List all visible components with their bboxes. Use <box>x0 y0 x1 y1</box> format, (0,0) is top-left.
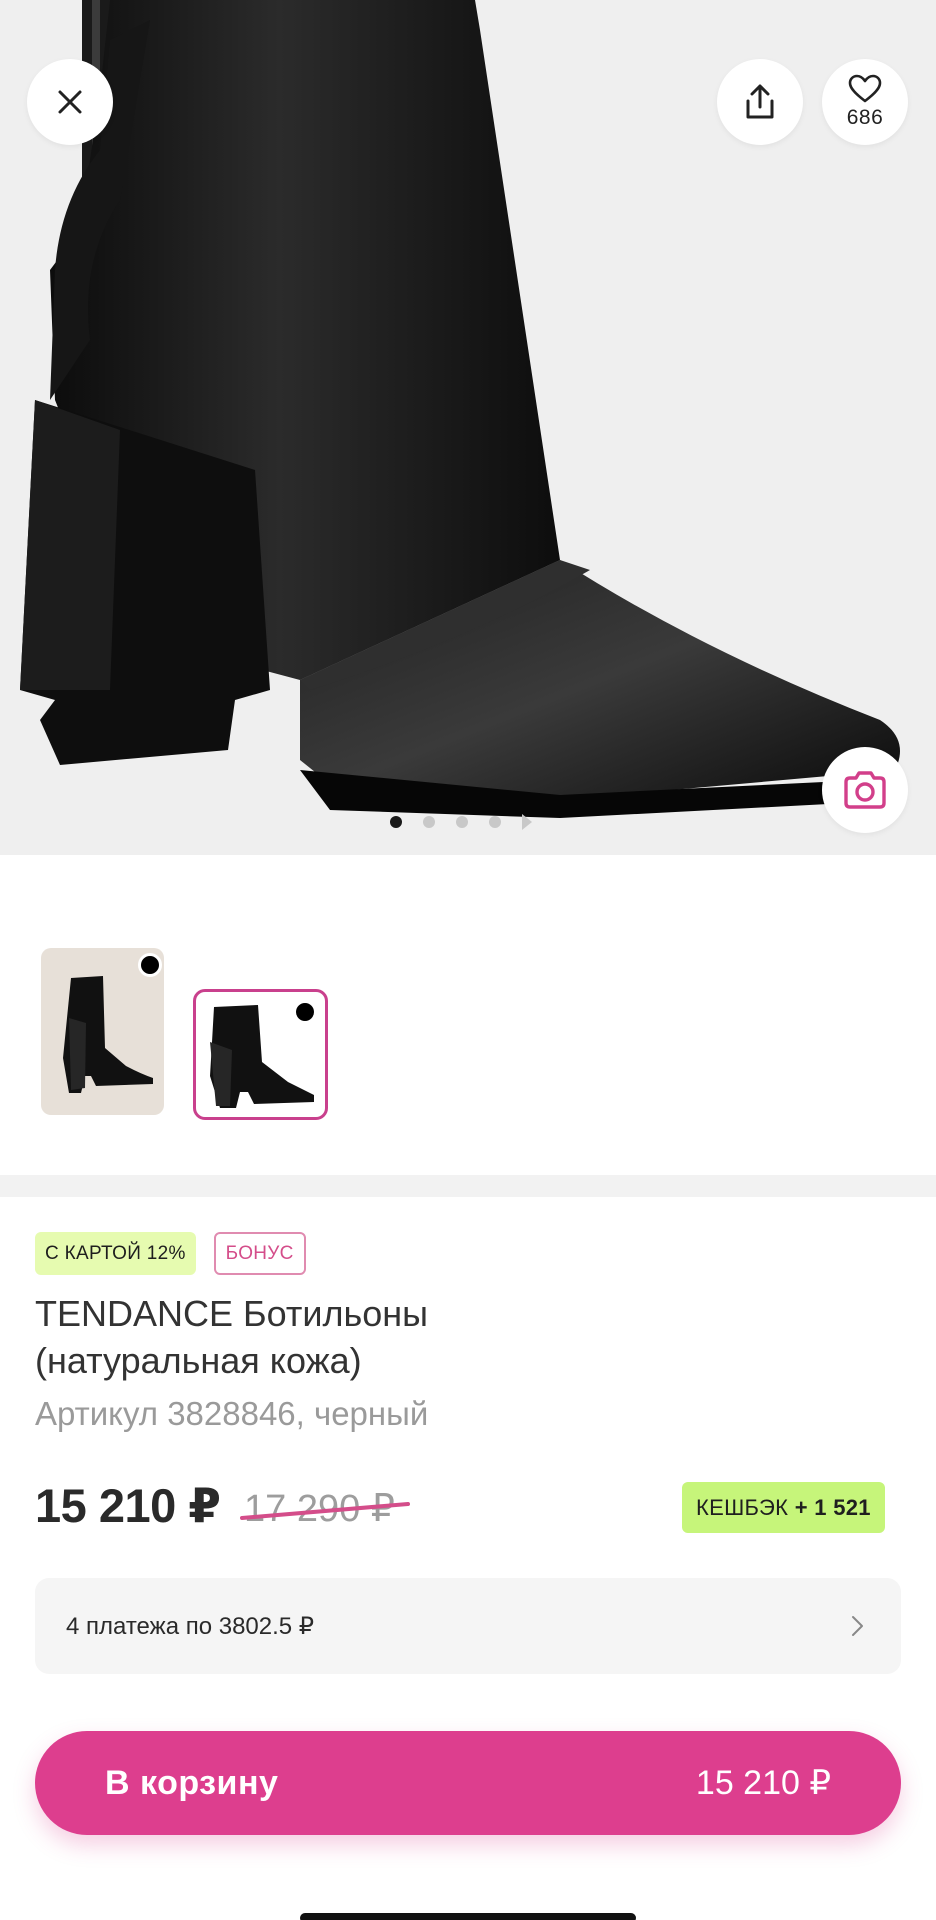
product-title: TENDANCE Ботильоны (натуральная кожа) <box>35 1290 655 1384</box>
add-to-cart-price: 15 210 ₽ <box>695 1764 831 1802</box>
camera-icon <box>844 771 886 809</box>
card-discount-badge: С КАРТОЙ 12% <box>35 1232 196 1275</box>
cashback-value: + 1 521 <box>794 1495 871 1520</box>
pagination-next-icon[interactable] <box>522 814 532 830</box>
chevron-right-icon <box>852 1616 863 1636</box>
color-swatch <box>293 1000 317 1024</box>
color-swatch <box>138 953 162 977</box>
bonus-badge: БОНУС <box>213 1232 306 1275</box>
close-button[interactable] <box>27 59 113 145</box>
strikethrough-line <box>240 1502 410 1520</box>
photo-search-button[interactable] <box>822 747 908 833</box>
close-icon <box>58 90 82 114</box>
installments-option[interactable]: 4 платежа по 3802.5 ₽ <box>35 1578 901 1674</box>
pagination-dot[interactable] <box>489 816 501 828</box>
color-variants <box>0 855 936 1175</box>
product-title-line: TENDANCE Ботильоны <box>35 1293 429 1334</box>
current-price: 15 210 ₽ <box>35 1479 221 1532</box>
add-to-cart-button[interactable]: В корзину 15 210 ₽ <box>35 1731 901 1835</box>
installments-text: 4 платежа по 3802.5 ₽ <box>66 1612 315 1640</box>
heart-icon <box>848 74 882 103</box>
product-image-gallery[interactable]: 686 <box>0 0 936 855</box>
pagination-dot[interactable] <box>423 816 435 828</box>
favorites-count: 686 <box>846 106 884 129</box>
pagination-dot[interactable] <box>390 816 402 828</box>
add-to-cart-label: В корзину <box>105 1763 279 1802</box>
cashback-label: КЕШБЭК <box>696 1495 789 1520</box>
product-title-line: (натуральная кожа) <box>35 1340 362 1381</box>
home-indicator <box>300 1913 636 1920</box>
gallery-pagination <box>390 814 532 830</box>
favorite-button[interactable]: 686 <box>822 59 908 145</box>
promo-badges: С КАРТОЙ 12% БОНУС <box>35 1232 306 1275</box>
section-divider <box>0 1175 936 1197</box>
pagination-dot[interactable] <box>456 816 468 828</box>
product-photo <box>20 0 905 818</box>
cashback-badge: КЕШБЭК + 1 521 <box>682 1482 885 1533</box>
color-variant-thumbnail-selected[interactable] <box>193 989 328 1120</box>
color-variant-thumbnail[interactable] <box>41 948 164 1115</box>
share-button[interactable] <box>717 59 803 145</box>
product-article: Артикул 3828846, черный <box>35 1395 429 1432</box>
old-price: 17 290 ₽ <box>240 1486 410 1531</box>
share-icon <box>746 84 774 119</box>
